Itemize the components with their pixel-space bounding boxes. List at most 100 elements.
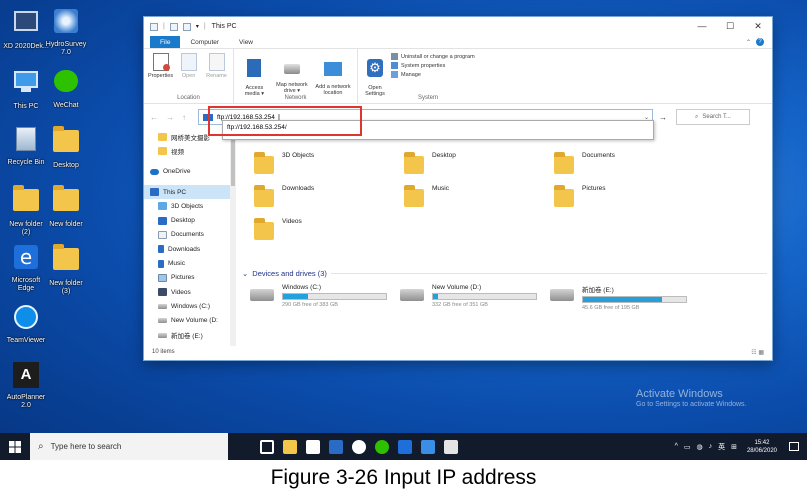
drive-icon — [400, 289, 424, 301]
folder-item[interactable]: Downloads — [254, 185, 314, 207]
taskbar-search-placeholder: Type here to search — [50, 442, 122, 451]
task-view-icon[interactable] — [260, 439, 274, 454]
close-button[interactable]: ✕ — [744, 21, 772, 32]
desktop-icon-new-folder[interactable]: New folder — [36, 183, 96, 229]
teamviewer-icon — [11, 305, 41, 335]
desktop-icon-hydrosurvey[interactable]: HydroSurvey 7.0 — [36, 6, 96, 57]
wechat-icon[interactable] — [375, 439, 389, 454]
mail-icon[interactable] — [329, 439, 343, 454]
scrollbar-thumb[interactable] — [231, 136, 235, 186]
battery-icon[interactable]: ▭ — [684, 443, 691, 451]
desktop-icon-new-folder-3[interactable]: New folder (3) — [36, 242, 96, 296]
maximize-button[interactable]: ☐ — [716, 21, 744, 32]
clock[interactable]: 15:42 28/06/2020 — [747, 439, 777, 455]
store-icon[interactable] — [306, 439, 320, 454]
explorer-icon — [150, 22, 158, 31]
system-properties-icon — [391, 62, 398, 69]
nav-item[interactable]: Documents — [144, 228, 232, 242]
folder-item[interactable]: 3D Objects — [254, 152, 314, 174]
nav-scrollbar[interactable] — [230, 130, 236, 346]
desktop-icon-wechat[interactable]: WeChat — [36, 66, 96, 110]
drive-item[interactable]: 新加卷 (E:) 45.6 GB free of 195 GB — [550, 284, 687, 311]
folder-item[interactable]: Desktop — [404, 152, 456, 174]
app-icon — [51, 9, 81, 39]
devices-section-header[interactable]: ⌄ Devices and drives (3) — [242, 269, 767, 278]
notification-icon[interactable] — [789, 442, 799, 451]
up-arrow-icon[interactable]: ↑ — [182, 113, 186, 122]
file-explorer-icon[interactable] — [283, 439, 297, 454]
drive-icon — [550, 289, 574, 301]
customize-quick-access-icon[interactable]: ▾ — [196, 23, 199, 30]
desktop-icon-desktop-folder[interactable]: Desktop — [36, 124, 96, 170]
network-location-icon — [324, 62, 343, 76]
drive-usage-bar — [432, 293, 537, 300]
manage-icon — [391, 71, 398, 78]
new-folder-quick-icon[interactable] — [182, 22, 191, 31]
drive-item[interactable]: New Volume (D:) 332 GB free of 351 GB — [400, 284, 537, 308]
desktop-icon-autoplanner[interactable]: A AutoPlanner 2.0 — [0, 360, 56, 410]
tab-computer[interactable]: Computer — [180, 36, 229, 48]
start-button[interactable] — [0, 433, 30, 460]
tab-file[interactable]: File — [150, 36, 181, 48]
documents-folder-icon — [554, 152, 574, 174]
folder-icon — [51, 126, 81, 160]
settings-gear-icon: ⚙ — [367, 59, 383, 77]
back-arrow-icon[interactable]: ← — [150, 113, 158, 122]
nav-item[interactable]: Downloads — [144, 242, 232, 256]
system-tray: ^ ▭ ◍ ♪ 英 ⊞ 15:42 28/06/2020 — [675, 439, 807, 455]
cloud-icon — [150, 168, 159, 175]
nav-item[interactable]: Pictures — [144, 271, 232, 285]
nav-item[interactable]: Desktop — [144, 213, 232, 227]
properties-icon — [152, 53, 170, 71]
drive-icon — [158, 332, 167, 338]
desktop-icon-teamviewer[interactable]: TeamViewer — [0, 302, 56, 345]
ribbon: Properties Open Rename Location Access m… — [144, 49, 772, 104]
edge-legacy-icon[interactable] — [421, 439, 435, 454]
drive-item[interactable]: Windows (C:) 290 GB free of 383 GB — [250, 284, 387, 308]
properties-quick-icon[interactable] — [169, 22, 178, 31]
nav-item[interactable]: Windows (C:) — [144, 299, 232, 313]
view-toggle-icon[interactable]: ☷ ▦ — [751, 349, 764, 356]
chevron-up-icon[interactable]: ^ — [675, 443, 678, 450]
nav-item[interactable]: Videos — [144, 285, 232, 299]
folder-item[interactable]: Pictures — [554, 185, 605, 207]
item-count: 10 items — [152, 349, 175, 355]
forward-arrow-icon[interactable]: → — [166, 113, 174, 122]
chrome-icon[interactable] — [352, 439, 366, 454]
network-icon[interactable]: ◍ — [696, 443, 702, 451]
desktop-icon-label: WeChat — [53, 102, 79, 109]
ime-icon[interactable]: ⊞ — [731, 443, 737, 451]
folder-item[interactable]: Music — [404, 185, 449, 207]
drive-free-text: 290 GB free of 383 GB — [282, 302, 338, 308]
folder-label: Videos — [282, 218, 302, 225]
figure-caption: Figure 3-26 Input IP address — [270, 466, 537, 489]
collapse-ribbon-icon[interactable]: ⌃ — [746, 39, 751, 46]
input-language[interactable]: 英 — [718, 442, 725, 452]
nav-item[interactable]: 3D Objects — [144, 199, 232, 213]
taskbar-search[interactable]: ⌕ Type here to search — [30, 433, 228, 460]
folder-item[interactable]: Documents — [554, 152, 615, 174]
highlight-box — [208, 106, 362, 136]
system-properties-button[interactable]: System properties — [391, 62, 475, 69]
nav-item-label: 3D Objects — [171, 202, 204, 210]
folder-item[interactable]: Videos — [254, 218, 302, 240]
minimize-button[interactable]: — — [688, 21, 716, 32]
go-arrow-icon[interactable]: → — [656, 113, 670, 122]
nav-item-this-pc[interactable]: This PC — [144, 184, 232, 200]
app-icon[interactable] — [444, 439, 458, 454]
nav-item[interactable]: 新加卷 (E:) — [144, 328, 232, 342]
nav-item[interactable]: Music — [144, 256, 232, 270]
volume-icon[interactable]: ♪ — [709, 443, 713, 450]
tab-view[interactable]: View — [229, 36, 263, 48]
edge-icon[interactable] — [398, 439, 412, 454]
help-icon[interactable]: ? — [756, 38, 764, 46]
title-separator: | — [203, 23, 206, 30]
manage-button[interactable]: Manage — [391, 71, 475, 78]
search-box[interactable]: ⌕ Search T... — [676, 109, 750, 125]
nav-item[interactable]: 视频 — [144, 144, 232, 158]
nav-item-onedrive[interactable]: OneDrive — [144, 165, 232, 179]
uninstall-program-button[interactable]: Uninstall or change a program — [391, 53, 475, 60]
folder-icon — [51, 185, 81, 219]
download-icon — [158, 245, 164, 254]
nav-item[interactable]: New Volume (D: — [144, 314, 232, 328]
